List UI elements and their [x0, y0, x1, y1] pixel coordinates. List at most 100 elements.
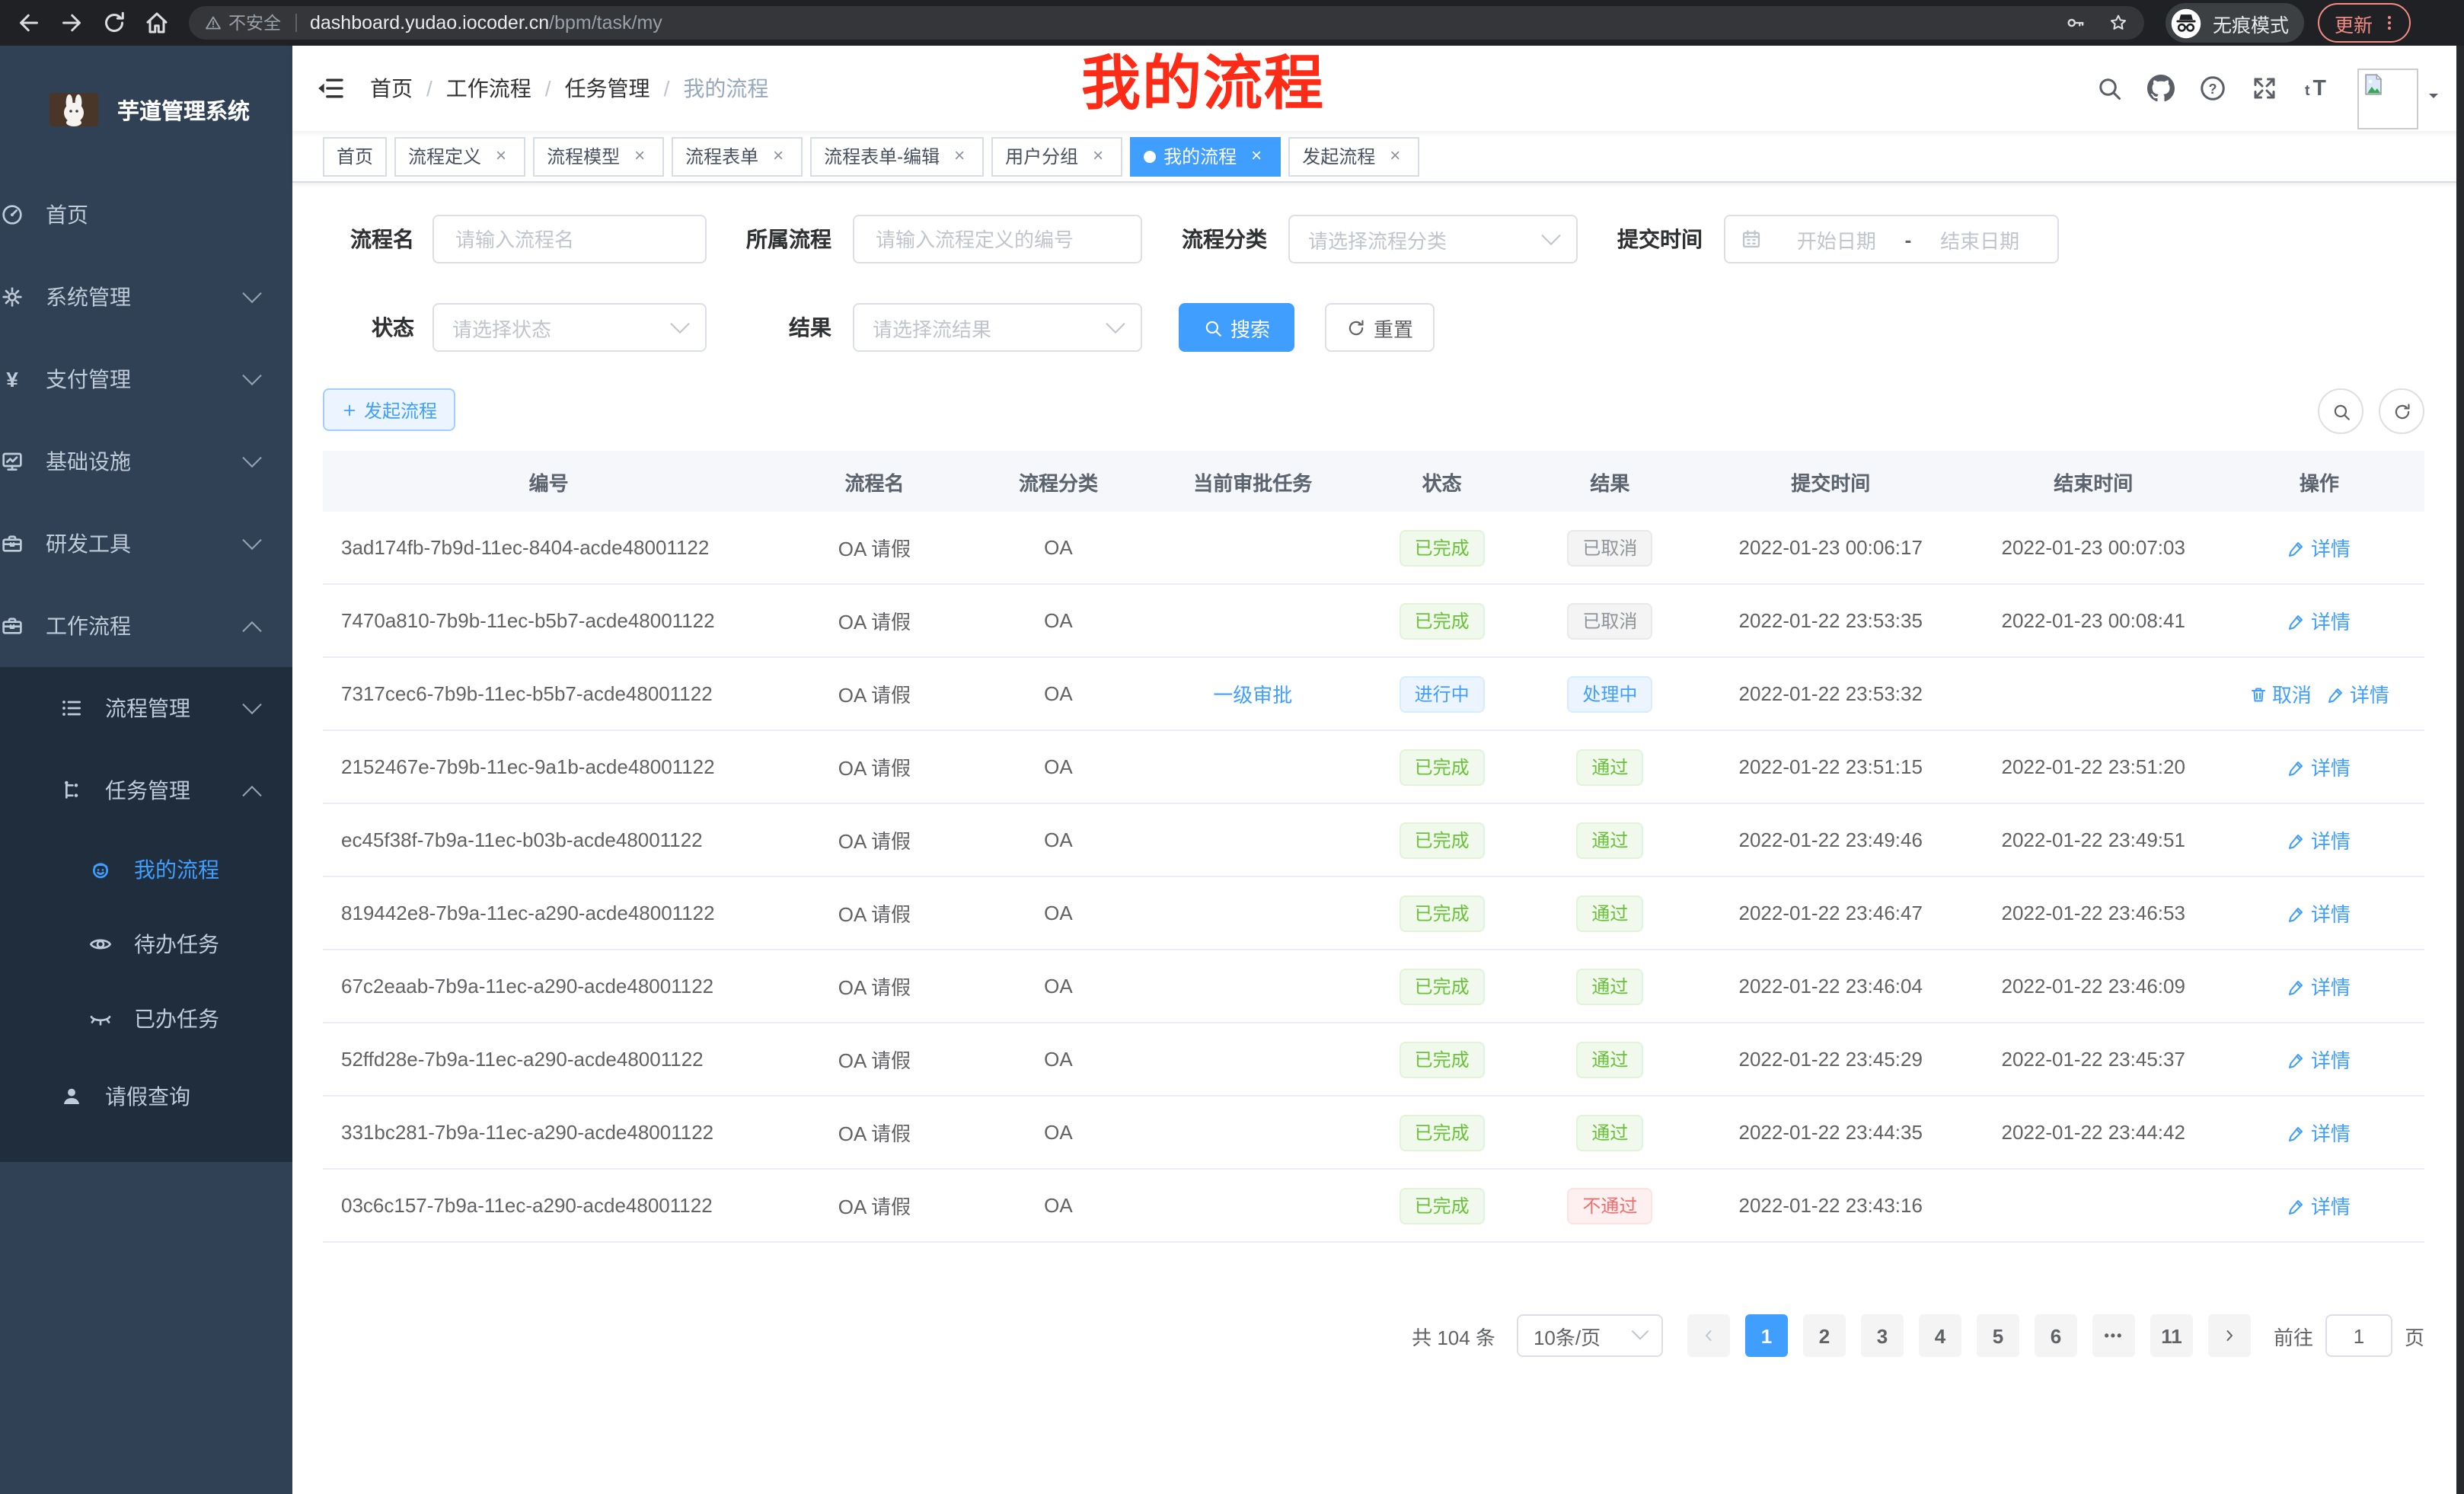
table-row[interactable]: ec45f38f-7b9a-11ec-b03b-acde48001122 OA …: [323, 804, 2424, 877]
result-select[interactable]: 请选择流结果: [853, 303, 1142, 352]
tab[interactable]: 我的流程 ×: [1130, 136, 1281, 176]
tab-close-icon[interactable]: ×: [1087, 145, 1109, 167]
sidebar-item[interactable]: 支付管理: [0, 338, 292, 420]
row-action-link[interactable]: 详情: [2288, 825, 2351, 854]
sidebar-item[interactable]: 系统管理: [0, 256, 292, 338]
page-number-button[interactable]: 6: [2035, 1314, 2077, 1357]
search-button[interactable]: 搜索: [1179, 303, 1294, 352]
page-number-button[interactable]: 2: [1803, 1314, 1846, 1357]
help-icon[interactable]: [2199, 75, 2226, 102]
tab[interactable]: 流程模型 ×: [533, 136, 664, 176]
row-action-link[interactable]: 详情: [2288, 1118, 2351, 1147]
breadcrumb-item[interactable]: 首页 /: [370, 73, 446, 104]
tab-close-icon[interactable]: ×: [768, 145, 789, 167]
user-menu-caret-icon[interactable]: [2424, 87, 2443, 105]
row-action-link[interactable]: 详情: [2288, 1191, 2351, 1220]
font-size-icon[interactable]: [2303, 75, 2330, 102]
sidebar-item[interactable]: 已办任务: [0, 981, 292, 1055]
page-size-select[interactable]: 10条/页: [1517, 1314, 1663, 1357]
security-warning[interactable]: 不安全: [204, 11, 281, 35]
tab[interactable]: 首页: [323, 136, 387, 176]
page-number-button[interactable]: 1: [1745, 1314, 1788, 1357]
row-action-link[interactable]: 取消: [2249, 679, 2312, 708]
fullscreen-icon[interactable]: [2251, 75, 2278, 102]
tab-close-icon[interactable]: ×: [629, 145, 650, 167]
tab-close-icon[interactable]: ×: [1246, 145, 1267, 167]
table-row[interactable]: 331bc281-7b9a-11ec-a290-acde48001122 OA …: [323, 1097, 2424, 1170]
sidebar-item[interactable]: 我的流程: [0, 832, 292, 906]
app-logo[interactable]: 芋道管理系统: [0, 46, 292, 174]
row-action-link[interactable]: 详情: [2288, 752, 2351, 781]
browser-forward-icon[interactable]: [58, 9, 85, 37]
page-number-button[interactable]: •••: [2092, 1314, 2135, 1357]
sidebar-item[interactable]: 研发工具: [0, 503, 292, 585]
next-page-button[interactable]: [2208, 1314, 2251, 1357]
reset-button[interactable]: 重置: [1325, 303, 1435, 352]
sidebar-item[interactable]: 基础设施: [0, 420, 292, 503]
bookmark-star-icon[interactable]: [2108, 12, 2129, 34]
status-badge: 已完成: [1400, 968, 1485, 1004]
avatar[interactable]: [2357, 69, 2418, 129]
process-category-select[interactable]: 请选择流程分类: [1288, 215, 1578, 263]
cell-category: OA: [975, 902, 1143, 924]
current-task-link[interactable]: 一级审批: [1213, 679, 1292, 708]
row-action-link[interactable]: 详情: [2288, 899, 2351, 927]
goto-page-input[interactable]: [2325, 1314, 2392, 1357]
tab[interactable]: 发起流程 ×: [1288, 136, 1419, 176]
page-number-button[interactable]: 3: [1861, 1314, 1904, 1357]
process-definition-input[interactable]: [873, 226, 1122, 252]
breadcrumb-label: 我的流程: [683, 73, 768, 104]
browser-home-icon[interactable]: [143, 9, 171, 37]
row-action-link[interactable]: 详情: [2288, 972, 2351, 1001]
tab-close-icon[interactable]: ×: [1384, 145, 1406, 167]
github-icon[interactable]: [2147, 75, 2175, 102]
sidebar-item[interactable]: 流程管理: [0, 667, 292, 749]
tab[interactable]: 流程表单 ×: [672, 136, 803, 176]
sidebar-collapse-icon[interactable]: [315, 73, 346, 104]
breadcrumb-item[interactable]: 任务管理 /: [565, 73, 684, 104]
browser-reload-icon[interactable]: [101, 9, 128, 37]
tab[interactable]: 流程定义 ×: [394, 136, 525, 176]
page-scrollbar[interactable]: [2456, 46, 2464, 1494]
sidebar-item[interactable]: 任务管理: [0, 749, 292, 832]
table-row[interactable]: 03c6c157-7b9a-11ec-a290-acde48001122 OA …: [323, 1170, 2424, 1243]
prev-page-button[interactable]: [1687, 1314, 1730, 1357]
table-row[interactable]: 2152467e-7b9b-11ec-9a1b-acde48001122 OA …: [323, 731, 2424, 804]
status-select[interactable]: 请选择状态: [432, 303, 707, 352]
table-row[interactable]: 67c2eaab-7b9a-11ec-a290-acde48001122 OA …: [323, 950, 2424, 1023]
submit-time-range-picker[interactable]: 开始日期 - 结束日期: [1724, 215, 2059, 263]
search-icon[interactable]: [2095, 75, 2123, 102]
breadcrumb-item[interactable]: 工作流程 /: [446, 73, 565, 104]
table-header-cell: 状态: [1363, 467, 1521, 496]
table-row[interactable]: 52ffd28e-7b9a-11ec-a290-acde48001122 OA …: [323, 1023, 2424, 1097]
tab-close-icon[interactable]: ×: [949, 145, 970, 167]
browser-update-menu-button[interactable]: 更新: [2318, 3, 2411, 43]
table-row[interactable]: 3ad174fb-7b9d-11ec-8404-acde48001122 OA …: [323, 512, 2424, 585]
sidebar-item[interactable]: 请假查询: [0, 1055, 292, 1162]
row-action-link[interactable]: 详情: [2288, 1045, 2351, 1074]
tab-close-icon[interactable]: ×: [490, 145, 512, 167]
process-name-input[interactable]: [452, 226, 687, 252]
address-bar[interactable]: 不安全 dashboard.yudao.iocoder.cn/bpm/task/…: [189, 6, 2144, 40]
page-number-button[interactable]: 5: [1977, 1314, 2019, 1357]
start-process-button[interactable]: 发起流程: [323, 388, 455, 431]
refresh-table-button[interactable]: [2379, 388, 2424, 434]
key-icon[interactable]: [2065, 12, 2086, 34]
row-action-link[interactable]: 详情: [2288, 533, 2351, 562]
page-number-button[interactable]: 11: [2150, 1314, 2193, 1357]
table-row[interactable]: 819442e8-7b9a-11ec-a290-acde48001122 OA …: [323, 877, 2424, 950]
row-action-link[interactable]: 详情: [2327, 679, 2389, 708]
sidebar-item[interactable]: 工作流程: [0, 585, 292, 667]
sidebar-item[interactable]: 首页: [0, 174, 292, 256]
tab[interactable]: 流程表单-编辑 ×: [810, 136, 984, 176]
browser-back-icon[interactable]: [15, 9, 43, 37]
table-row[interactable]: 7317cec6-7b9b-11ec-b5b7-acde48001122 OA …: [323, 658, 2424, 731]
cell-status: 已完成: [1363, 602, 1521, 639]
toggle-search-button[interactable]: [2318, 388, 2363, 434]
page-number-button[interactable]: 4: [1919, 1314, 1961, 1357]
row-action-link[interactable]: 详情: [2288, 606, 2351, 635]
table-row[interactable]: 7470a810-7b9b-11ec-b5b7-acde48001122 OA …: [323, 585, 2424, 658]
tab[interactable]: 用户分组 ×: [991, 136, 1122, 176]
sidebar-item[interactable]: 待办任务: [0, 906, 292, 981]
breadcrumb-item[interactable]: 我的流程 /: [683, 73, 768, 104]
